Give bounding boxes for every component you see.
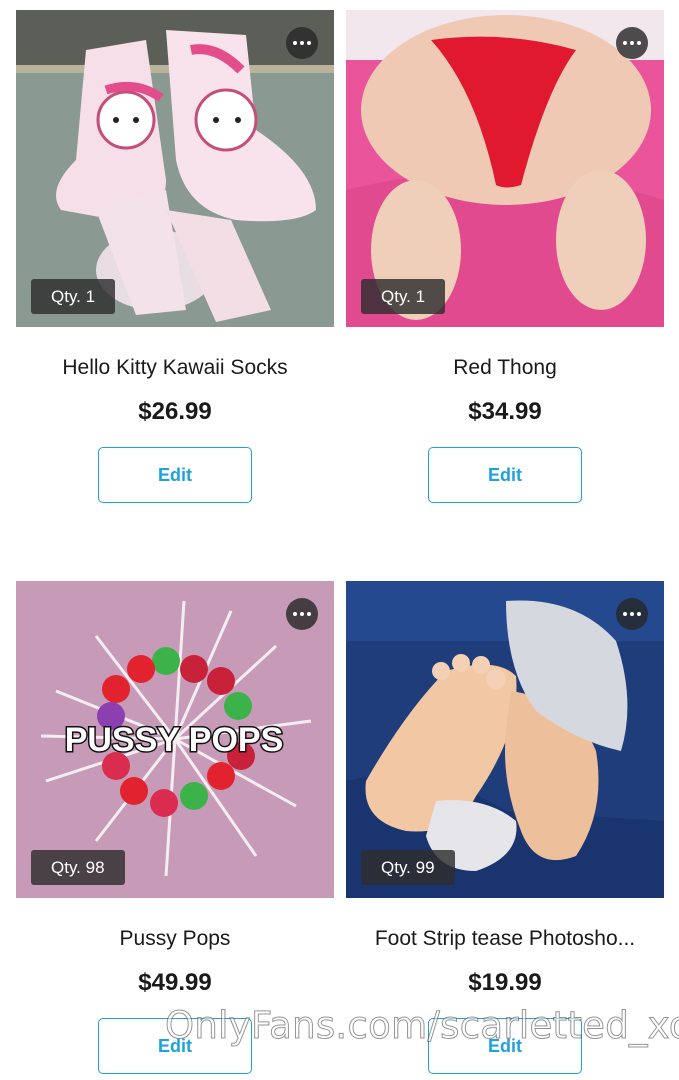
product-price: $34.99 bbox=[468, 398, 542, 425]
product-price: $19.99 bbox=[468, 969, 542, 996]
edit-button[interactable]: Edit bbox=[428, 1018, 582, 1074]
product-image[interactable]: Qty. 99 bbox=[346, 581, 664, 898]
overlay-text: PUSSY POPS bbox=[65, 721, 284, 759]
product-image[interactable]: Qty. 1 bbox=[346, 10, 664, 327]
product-price: $26.99 bbox=[138, 398, 212, 425]
product-title: Foot Strip tease Photosho... bbox=[374, 927, 636, 950]
more-options-button[interactable] bbox=[286, 27, 318, 59]
quantity-badge: Qty. 98 bbox=[31, 850, 125, 885]
more-horizontal-icon bbox=[623, 612, 641, 616]
more-options-button[interactable] bbox=[286, 598, 318, 630]
product-card: Qty. 1 Hello Kitty Kawaii Socks $26.99 E… bbox=[16, 10, 334, 503]
quantity-badge: Qty. 1 bbox=[361, 279, 446, 314]
product-price: $49.99 bbox=[138, 969, 212, 996]
product-card: Qty. 99 Foot Strip tease Photosho... $19… bbox=[346, 581, 664, 1074]
more-horizontal-icon bbox=[623, 41, 641, 45]
quantity-badge: Qty. 99 bbox=[361, 850, 455, 885]
product-card: PUSSY POPS Qty. 98 Pussy Pops $49.99 Edi… bbox=[16, 581, 334, 1074]
edit-button[interactable]: Edit bbox=[98, 447, 252, 503]
product-title: Red Thong bbox=[453, 356, 557, 379]
edit-button[interactable]: Edit bbox=[428, 447, 582, 503]
quantity-badge: Qty. 1 bbox=[31, 279, 116, 314]
product-card: Qty. 1 Red Thong $34.99 Edit bbox=[346, 10, 664, 503]
more-horizontal-icon bbox=[293, 41, 311, 45]
more-options-button[interactable] bbox=[616, 598, 648, 630]
product-image[interactable]: Qty. 1 bbox=[16, 10, 334, 327]
edit-button[interactable]: Edit bbox=[98, 1018, 252, 1074]
product-image[interactable]: PUSSY POPS Qty. 98 bbox=[16, 581, 334, 898]
product-title: Hello Kitty Kawaii Socks bbox=[62, 356, 288, 379]
product-title: Pussy Pops bbox=[119, 927, 231, 950]
more-options-button[interactable] bbox=[616, 27, 648, 59]
more-horizontal-icon bbox=[293, 612, 311, 616]
